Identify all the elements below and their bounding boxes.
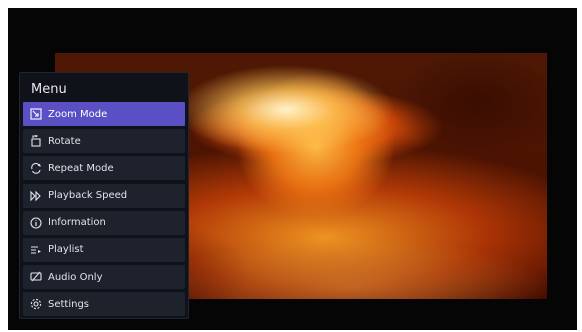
menu-item-playlist[interactable]: Playlist <box>23 237 185 262</box>
menu-item-repeat-mode[interactable]: Repeat Mode <box>23 156 185 181</box>
menu-title: Menu <box>31 82 67 97</box>
rotate-icon <box>30 135 42 147</box>
menu-item-audio-only[interactable]: Audio Only <box>23 265 185 290</box>
menu-item-zoom-mode[interactable]: Zoom Mode <box>23 102 185 126</box>
menu-item-label: Playback Speed <box>48 190 128 202</box>
tv-screen: Menu Zoom Mode Rotate Repeat Mode Playba… <box>8 8 577 330</box>
settings-icon <box>30 298 42 310</box>
menu-item-label: Audio Only <box>48 271 103 283</box>
playlist-icon <box>30 244 42 256</box>
menu-item-label: Repeat Mode <box>48 162 114 174</box>
audio-only-icon <box>30 271 42 283</box>
menu-item-playback-speed[interactable]: Playback Speed <box>23 183 185 208</box>
menu-item-label: Information <box>48 217 106 229</box>
menu-item-information[interactable]: Information <box>23 210 185 235</box>
playback-speed-icon <box>30 190 42 202</box>
menu-item-label: Playlist <box>48 244 84 256</box>
menu-item-label: Settings <box>48 298 90 310</box>
menu-item-rotate[interactable]: Rotate <box>23 129 185 154</box>
info-icon <box>30 217 42 229</box>
menu-panel: Menu Zoom Mode Rotate Repeat Mode Playba… <box>19 72 189 319</box>
menu-item-label: Rotate <box>48 135 81 147</box>
menu-item-settings[interactable]: Settings <box>23 292 185 317</box>
repeat-icon <box>30 162 42 175</box>
zoom-mode-icon <box>30 108 42 120</box>
menu-item-label: Zoom Mode <box>48 108 108 120</box>
